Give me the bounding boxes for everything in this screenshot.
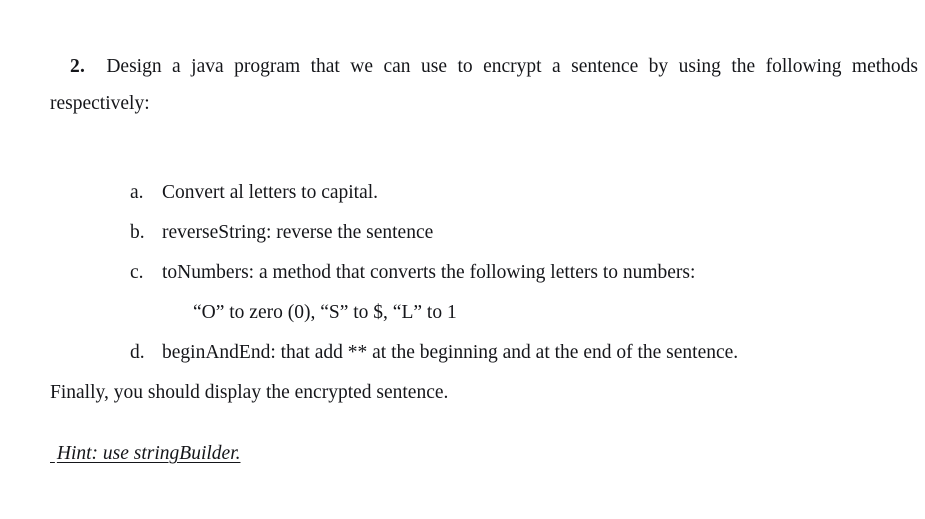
list-item-label: Convert al letters to capital.: [162, 182, 379, 203]
list-item-label: toNumbers: a method that converts the fo…: [162, 262, 696, 283]
list-item: a. Convert al letters to capital.: [50, 173, 918, 213]
list-item-label: reverseString: reverse the sentence: [162, 222, 434, 243]
list-item: b. reverseString: reverse the sentence: [50, 213, 918, 253]
list-item-label: beginAndEnd: that add ** at the beginnin…: [162, 342, 739, 363]
methods-list: a. Convert al letters to capital. b. rev…: [50, 173, 918, 373]
document-body: 2. Design a java program that we can use …: [50, 48, 918, 492]
hint-text: Hint: use stringBuilder.: [56, 442, 241, 464]
list-item-marker: d.: [130, 342, 145, 363]
list-item-marker: a.: [130, 182, 144, 203]
list-item: c. toNumbers: a method that converts the…: [50, 253, 918, 293]
hint-row: Hint: use stringBuilder.: [50, 432, 918, 473]
question-intro-text: Design a java program that we can use to…: [50, 56, 918, 114]
question-number: 2.: [70, 56, 86, 77]
list-item-marker: b.: [130, 222, 145, 243]
list-item-continuation: “O” to zero (0), “S” to $, “L” to 1: [193, 302, 457, 323]
document-page: 2. Design a java program that we can use …: [0, 0, 925, 519]
closing-sentence: Finally, you should display the encrypte…: [50, 382, 449, 403]
list-item: d. beginAndEnd: that add ** at the begin…: [50, 333, 918, 373]
question-intro-paragraph: 2. Design a java program that we can use …: [50, 48, 918, 122]
list-item-marker: c.: [130, 262, 144, 283]
